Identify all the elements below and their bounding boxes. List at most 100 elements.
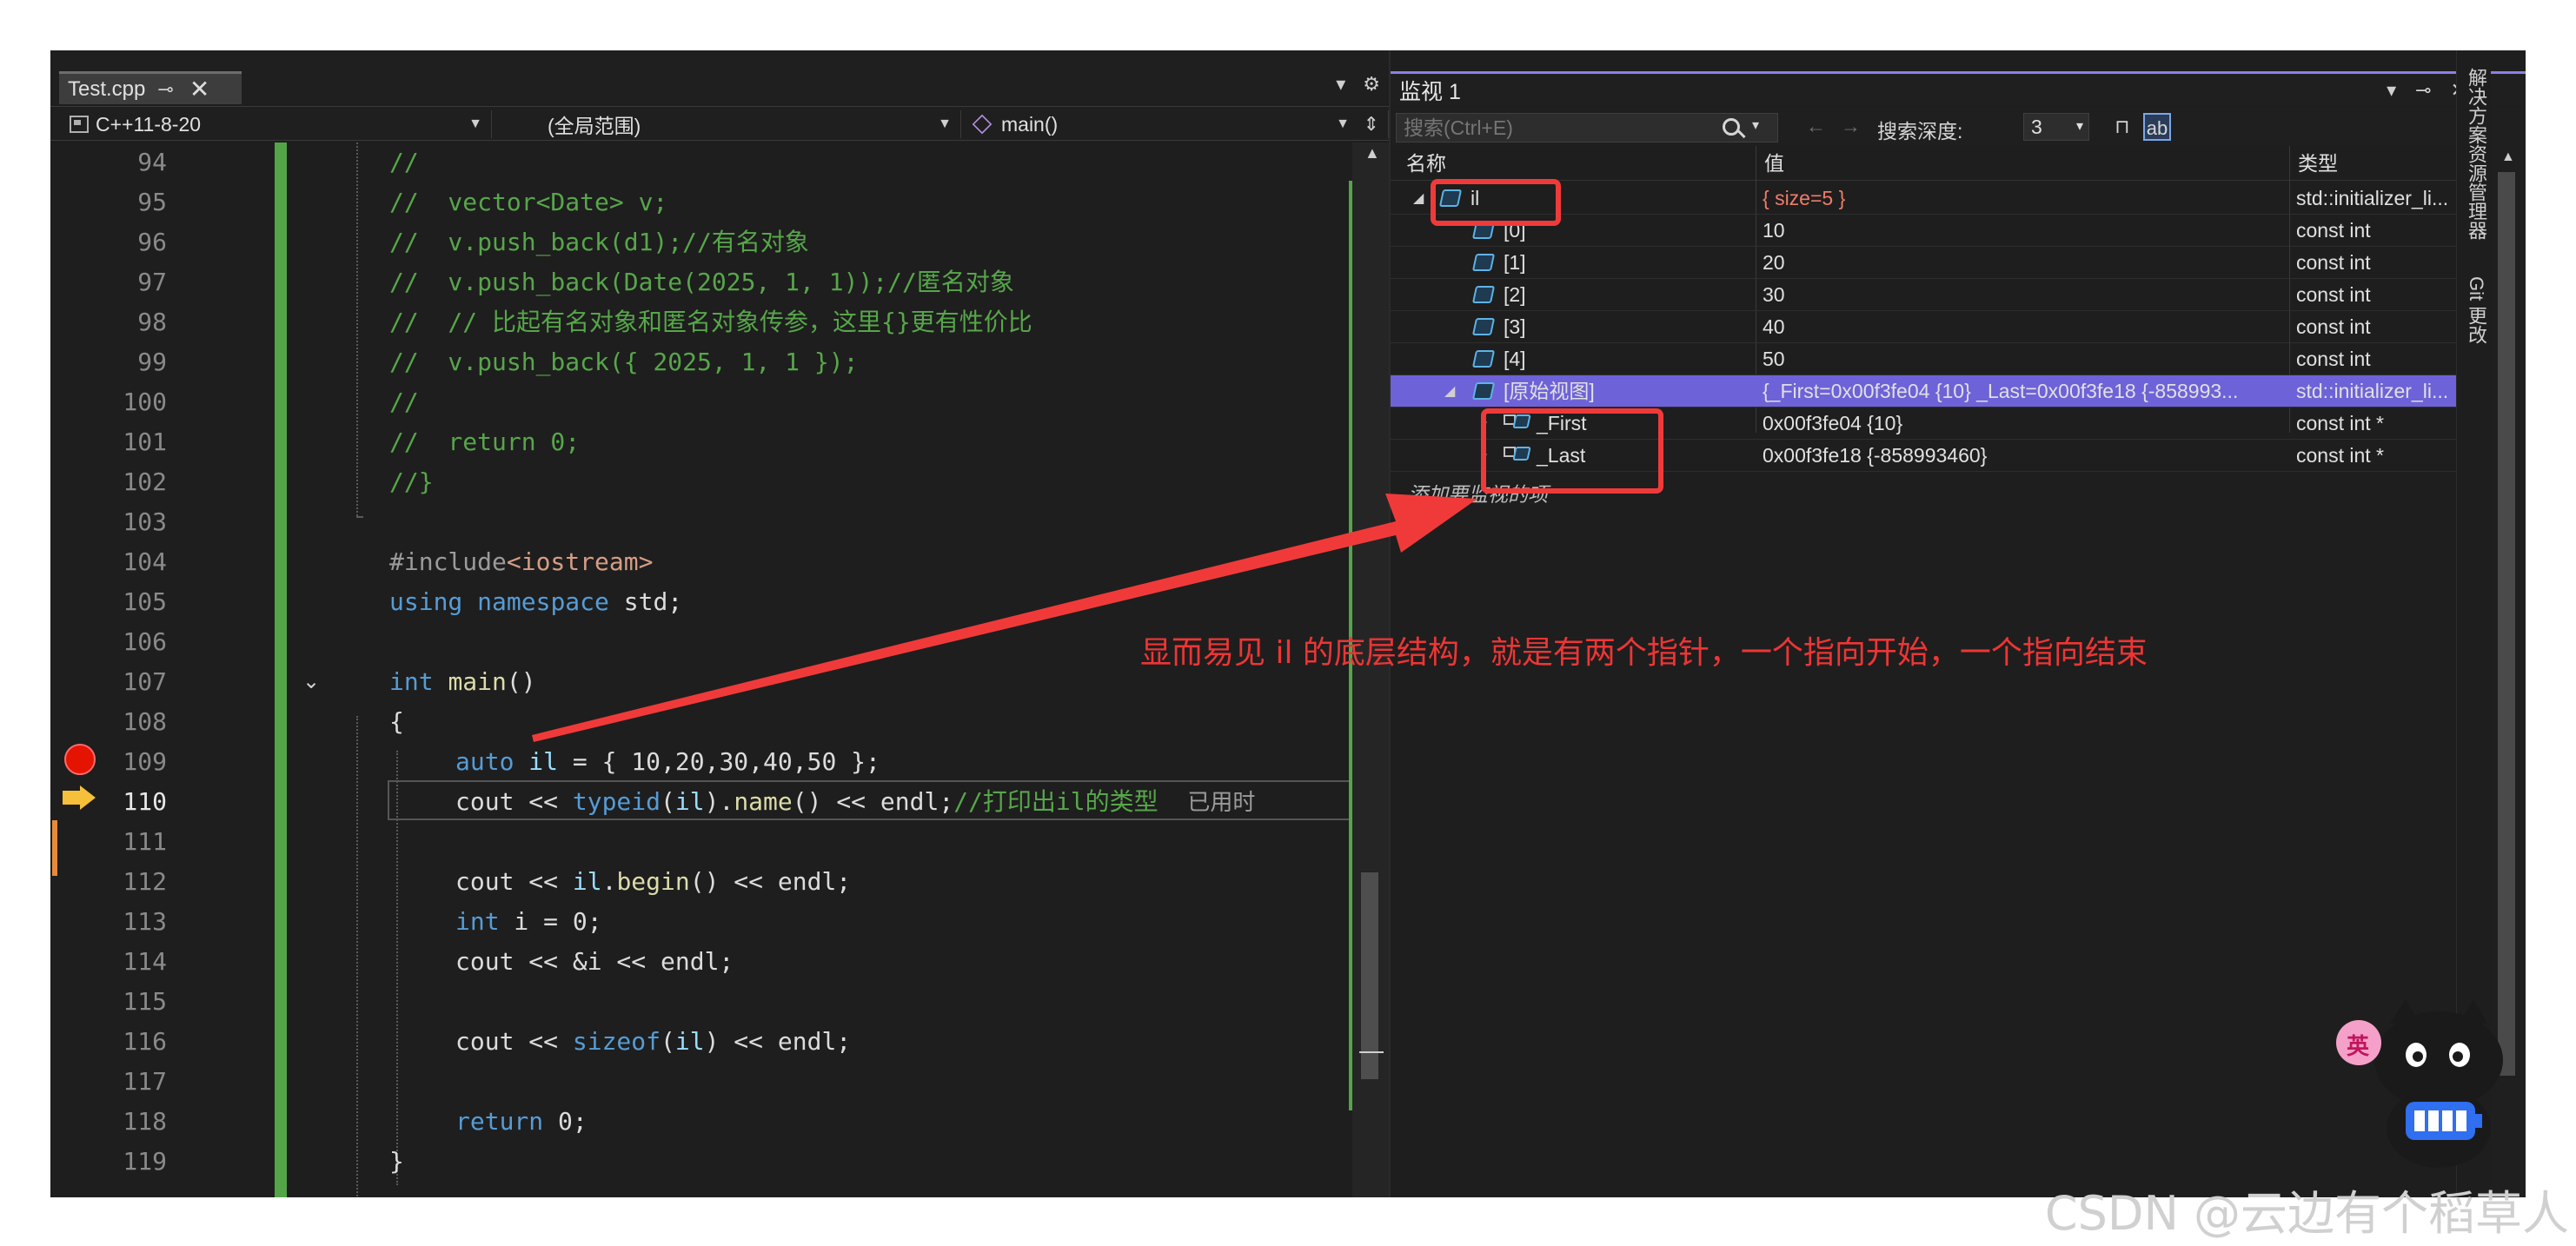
- watch-row-item-4[interactable]: [4] 50 const int: [1391, 343, 2487, 375]
- ide-window: Test.cpp ⊸ ✕ ▾ ⚙ C++11-8-20 ▼ (全局范围) ▼ m…: [50, 50, 2526, 1197]
- chevron-down-icon: ▼: [468, 116, 482, 131]
- scope-combo[interactable]: (全局范围) ▼: [495, 110, 961, 138]
- line-number: 116: [123, 1027, 167, 1056]
- glyph-margin[interactable]: [50, 142, 104, 1197]
- collapse-icon[interactable]: ◢: [1413, 189, 1424, 207]
- code-line-118: return 0;: [455, 1107, 588, 1136]
- watch-value[interactable]: 40: [1763, 311, 2275, 343]
- watch-type: const int: [2296, 348, 2371, 370]
- gear-icon[interactable]: ⚙: [1363, 73, 1380, 96]
- scrollbar-thumb[interactable]: [2498, 172, 2515, 1076]
- watch-type: const int: [2296, 315, 2371, 338]
- watch-row-item-1[interactable]: [1] 20 const int: [1391, 247, 2487, 279]
- saved-changes-bar: [275, 142, 287, 1197]
- line-number: 111: [123, 827, 167, 856]
- indent-guide: [356, 716, 358, 1197]
- watch-value[interactable]: { size=5 }: [1763, 182, 2275, 215]
- scope-name: (全局范围): [548, 115, 641, 137]
- project-combo[interactable]: C++11-8-20 ▼: [57, 110, 492, 138]
- code-line-98: // // 比起有名对象和匿名对象传参，这里{}更有性价比: [389, 308, 1032, 336]
- side-tab-solution-explorer[interactable]: 解决方案资源管理器: [2462, 68, 2490, 240]
- variable-icon: [1471, 350, 1496, 368]
- code-line-99: // v.push_back({ 2025, 1, 1 });: [389, 348, 859, 376]
- back-arrow-icon[interactable]: ←: [1806, 115, 1826, 138]
- code-line-108: {: [389, 707, 404, 736]
- watch-type: const int *: [2296, 412, 2384, 434]
- scroll-up-icon[interactable]: ▲: [1364, 144, 1380, 162]
- watch-row-raw-view[interactable]: ◢ [原始视图] {_First=0x00f3fe04 {10} _Last=0…: [1391, 375, 2487, 408]
- watch-row-item-2[interactable]: [2] 30 const int: [1391, 279, 2487, 311]
- watch-name: [4]: [1504, 348, 1526, 370]
- line-number: 95: [137, 188, 167, 216]
- search-icon[interactable]: [1723, 118, 1740, 136]
- split-icon[interactable]: ⇕: [1364, 113, 1379, 136]
- function-name: main(): [1001, 112, 1059, 136]
- forward-arrow-icon[interactable]: →: [1841, 115, 1861, 138]
- line-number: 115: [123, 987, 167, 1016]
- pin-watch-icon[interactable]: ⊓: [2108, 113, 2136, 141]
- highlight-box-il: [1431, 179, 1561, 226]
- tab-dropdown-icon[interactable]: ▾: [1336, 73, 1345, 96]
- watch-value[interactable]: 0x00f3fe18 {-858993460}: [1763, 440, 2275, 472]
- scrollbar-caret-mark: [1359, 1051, 1384, 1053]
- collapse-icon[interactable]: ◢: [1444, 382, 1455, 400]
- window-dropdown-icon[interactable]: ▾: [2387, 79, 2396, 102]
- watch-value[interactable]: 0x00f3fe04 {10}: [1763, 408, 2275, 440]
- watch-value[interactable]: 10: [1763, 215, 2275, 247]
- navigation-bar: C++11-8-20 ▼ (全局范围) ▼ main() ▼ ⇕: [50, 106, 1389, 141]
- indent-guide: [356, 516, 363, 518]
- watch-value[interactable]: 20: [1763, 247, 2275, 279]
- pin-icon[interactable]: ⊸: [2415, 79, 2431, 102]
- code-line-97: // v.push_back(Date(2025, 1, 1));//匿名对象: [389, 268, 1014, 296]
- watch-type: const int: [2296, 219, 2371, 242]
- tab-test-cpp[interactable]: Test.cpp ⊸ ✕: [59, 71, 242, 104]
- column-name[interactable]: 名称: [1406, 146, 1446, 181]
- line-number: 108: [123, 707, 167, 736]
- tabbar-controls: ▾ ⚙: [1336, 73, 1380, 96]
- column-type[interactable]: 类型: [2298, 146, 2338, 181]
- watch-value[interactable]: {_First=0x00f3fe04 {10} _Last=0x00f3fe18…: [1763, 375, 2275, 408]
- watch-type: const int *: [2296, 444, 2384, 467]
- fold-chevron-icon[interactable]: ⌄: [302, 669, 320, 694]
- mascot-sticker: 英: [2329, 997, 2538, 1171]
- close-icon[interactable]: ✕: [189, 75, 209, 103]
- column-value[interactable]: 值: [1764, 146, 1784, 181]
- variable-icon: [1471, 382, 1496, 400]
- chevron-down-icon: ▼: [1336, 116, 1350, 131]
- code-line-94: //: [389, 148, 419, 176]
- line-numbers: 94 95 96 97 98 99 100 101 102 103 104 105 106 107 108 1…: [104, 142, 174, 1197]
- code-line-119: }: [389, 1147, 404, 1176]
- search-depth-label: 搜索深度:: [1877, 120, 1963, 142]
- code-editor: Test.cpp ⊸ ✕ ▾ ⚙ C++11-8-20 ▼ (全局范围) ▼ m…: [50, 50, 1389, 1197]
- code-line-110: cout << typeid(il).name() << endl;//打印出i…: [388, 780, 1387, 820]
- scrollbar-thumb[interactable]: [1361, 872, 1378, 1079]
- variable-icon: [1471, 254, 1496, 271]
- search-options-dropdown-icon[interactable]: ▾: [1752, 116, 1759, 134]
- search-depth-combo[interactable]: 3 ▾: [2023, 113, 2089, 141]
- mascot-badge: 英: [2347, 1034, 2370, 1060]
- function-combo[interactable]: main() ▼ ⇕: [963, 110, 1389, 138]
- line-number: 105: [123, 587, 167, 616]
- pin-icon[interactable]: ⊸: [157, 78, 173, 101]
- line-number: 106: [123, 627, 167, 656]
- side-tab-git-changes[interactable]: Git 更改: [2462, 276, 2490, 344]
- watch-row-item-3[interactable]: [3] 40 const int: [1391, 311, 2487, 343]
- watch-type: std::initializer_li...: [2296, 187, 2449, 209]
- watermark: CSDN @云边有个稻草人: [2044, 1186, 2569, 1241]
- breakpoint-icon[interactable]: [64, 744, 96, 775]
- watch-type: const int: [2296, 283, 2371, 306]
- project-name: C++11-8-20: [96, 112, 202, 136]
- watch-name: [1]: [1504, 251, 1526, 274]
- watch-value[interactable]: 50: [1763, 343, 2275, 375]
- hex-display-icon[interactable]: ab: [2143, 113, 2171, 141]
- line-number: 112: [123, 867, 167, 896]
- scroll-up-icon[interactable]: ▲: [2501, 149, 2515, 165]
- code-line-104: #include<iostream>: [389, 547, 654, 576]
- code-line-116: cout << sizeof(il) << endl;: [455, 1027, 852, 1056]
- search-depth-value: 3: [2031, 116, 2042, 138]
- line-number: 114: [123, 947, 167, 976]
- watch-value[interactable]: 30: [1763, 279, 2275, 311]
- line-number: 118: [123, 1107, 167, 1136]
- code-line-101: // return 0;: [389, 427, 581, 456]
- search-input[interactable]: [1396, 113, 1778, 142]
